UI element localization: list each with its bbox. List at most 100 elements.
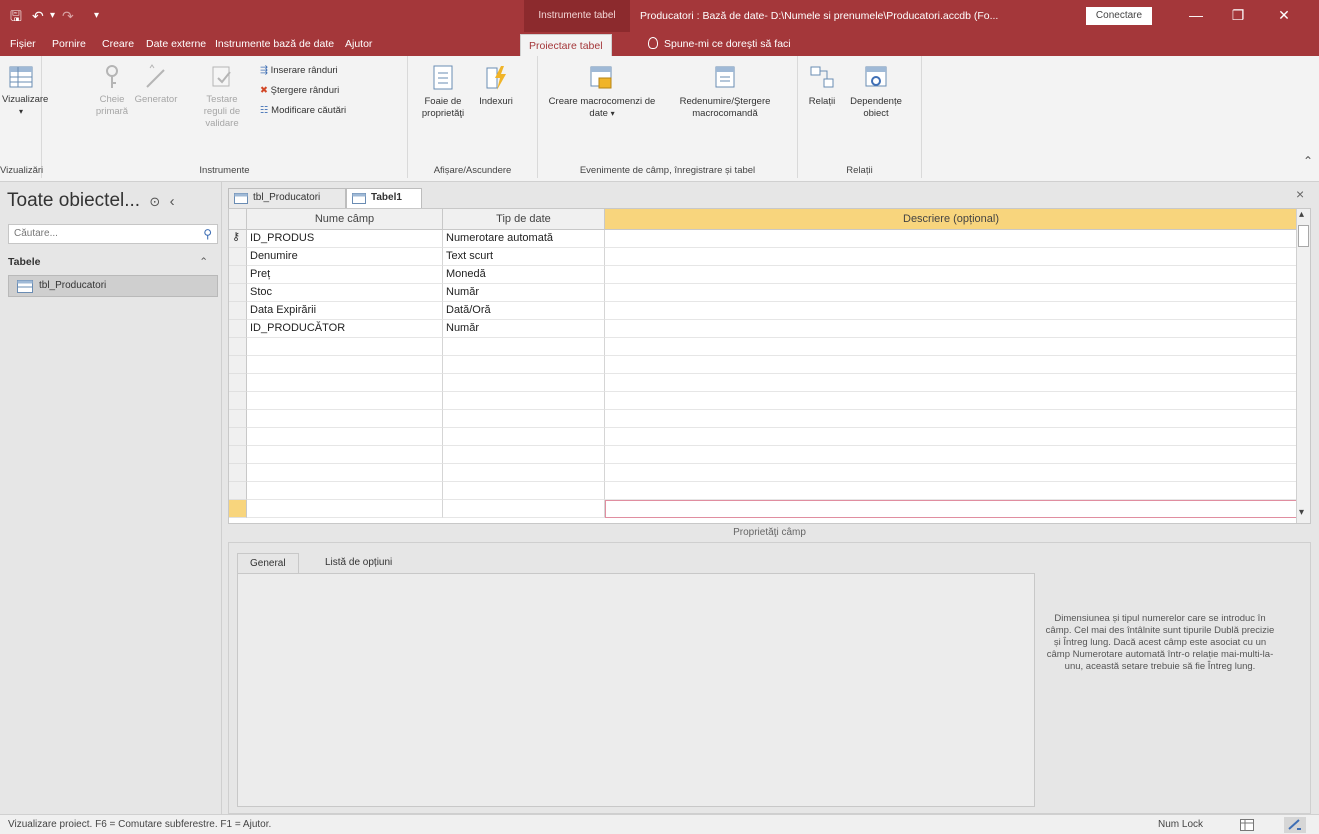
description-cell[interactable] (605, 302, 1298, 320)
table-row[interactable] (229, 356, 1310, 374)
data-type-cell[interactable] (443, 500, 605, 518)
nav-pane-title[interactable]: Toate obiectel... ⊙ ‹ (7, 190, 175, 212)
table-row[interactable] (229, 374, 1310, 392)
data-type-cell[interactable] (443, 338, 605, 356)
object-dependencies-button[interactable]: Dependențe obiect (844, 64, 908, 120)
description-cell[interactable] (605, 500, 1298, 518)
collapse-section-icon[interactable]: ⌃ (199, 256, 208, 268)
row-selector[interactable] (229, 374, 247, 392)
close-document-icon[interactable]: × (1296, 186, 1304, 202)
description-cell[interactable] (605, 464, 1298, 482)
design-view-icon[interactable] (1284, 817, 1306, 833)
property-sheet-button[interactable]: Foaie de proprietăţi (416, 64, 470, 120)
table-row[interactable]: ID_PRODUCĂTOR Număr (229, 320, 1310, 338)
table-row[interactable]: Preț Monedă (229, 266, 1310, 284)
sign-in-button[interactable]: Conectare (1086, 7, 1152, 25)
table-row[interactable] (229, 464, 1310, 482)
collapse-ribbon-icon[interactable]: ⌃ (1303, 154, 1313, 168)
data-type-cell[interactable] (443, 482, 605, 500)
description-cell[interactable] (605, 248, 1298, 266)
tab-ajutor[interactable]: Ajutor (345, 32, 372, 56)
doc-tab-tbl-producatori[interactable]: tbl_Producatori (228, 188, 346, 208)
data-type-cell[interactable] (443, 374, 605, 392)
row-selector[interactable] (229, 320, 247, 338)
scroll-up-icon[interactable]: ▴ (1299, 209, 1304, 220)
field-name-cell[interactable]: Stoc (247, 284, 443, 302)
data-type-cell[interactable]: Dată/Oră (443, 302, 605, 320)
description-cell[interactable] (605, 428, 1298, 446)
search-icon[interactable]: ⚲ (203, 227, 212, 241)
save-icon[interactable]: 🖫 (10, 7, 22, 25)
tell-me-search[interactable]: Spune-mi ce doreşti să faci (648, 32, 791, 56)
row-selector[interactable] (229, 428, 247, 446)
tab-lookup[interactable]: Listă de opțiuni (313, 553, 404, 573)
description-cell[interactable] (605, 392, 1298, 410)
indexes-button[interactable]: Indexuri (474, 64, 518, 108)
data-type-cell[interactable]: Text scurt (443, 248, 605, 266)
tab-general[interactable]: General (237, 553, 299, 573)
field-name-cell[interactable]: ID_PRODUCĂTOR (247, 320, 443, 338)
row-selector[interactable] (229, 302, 247, 320)
description-cell[interactable] (605, 482, 1298, 500)
field-name-cell[interactable] (247, 446, 443, 464)
field-name-cell[interactable] (247, 428, 443, 446)
delete-rows-button[interactable]: ✖ Ştergere rânduri (260, 84, 339, 98)
data-type-cell[interactable]: Monedă (443, 266, 605, 284)
description-cell[interactable] (605, 374, 1298, 392)
relationships-button[interactable]: Relații (804, 64, 840, 108)
data-type-cell[interactable] (443, 464, 605, 482)
table-row[interactable]: Data Expirării Dată/Oră (229, 302, 1310, 320)
row-selector[interactable] (229, 500, 247, 518)
data-type-cell[interactable] (443, 446, 605, 464)
row-selector[interactable] (229, 482, 247, 500)
undo-dropdown-icon[interactable]: ▾ (50, 7, 55, 25)
tab-pornire[interactable]: Pornire (52, 32, 86, 56)
tab-instrumente-baza-de-date[interactable]: Instrumente bază de date (215, 32, 334, 56)
table-row[interactable]: ⚷ ID_PRODUS Numerotare automată (229, 230, 1310, 248)
nav-search-input[interactable]: Căutare... ⚲ (8, 224, 218, 244)
create-data-macros-button[interactable]: Creare macrocomenzi de date ▾ (546, 64, 658, 120)
field-name-cell[interactable] (247, 482, 443, 500)
description-cell[interactable] (605, 230, 1298, 248)
nav-section-tables[interactable]: Tabele ⌃ (8, 256, 218, 272)
description-cell[interactable] (605, 338, 1298, 356)
description-cell[interactable] (605, 284, 1298, 302)
nav-options-icon[interactable]: ⊙ (149, 194, 160, 209)
data-type-cell[interactable] (443, 392, 605, 410)
data-type-cell[interactable]: Număr (443, 320, 605, 338)
field-name-cell[interactable]: Denumire (247, 248, 443, 266)
field-name-cell[interactable] (247, 464, 443, 482)
builder-button[interactable]: Generator (134, 64, 178, 106)
table-row[interactable] (229, 446, 1310, 464)
test-validation-rules-button[interactable]: Testare reguli de validare (194, 64, 250, 130)
scroll-thumb[interactable] (1298, 225, 1309, 247)
description-cell[interactable] (605, 266, 1298, 284)
field-name-cell[interactable]: Data Expirării (247, 302, 443, 320)
table-row[interactable]: Denumire Text scurt (229, 248, 1310, 266)
row-selector[interactable] (229, 248, 247, 266)
row-selector[interactable] (229, 410, 247, 428)
row-selector[interactable] (229, 266, 247, 284)
row-selector[interactable]: ⚷ (229, 230, 247, 248)
shutter-bar-close-icon[interactable]: ‹ (170, 193, 175, 210)
tab-creare[interactable]: Creare (102, 32, 134, 56)
datasheet-view-icon[interactable] (1240, 819, 1254, 831)
row-selector[interactable] (229, 356, 247, 374)
doc-tab-tabel1[interactable]: Tabel1 (346, 188, 422, 208)
table-row[interactable] (229, 500, 1310, 518)
field-name-cell[interactable] (247, 374, 443, 392)
table-row[interactable] (229, 482, 1310, 500)
rename-delete-macro-button[interactable]: Redenumire/Ştergere macrocomandă (662, 64, 788, 120)
tab-fisier[interactable]: Fișier (10, 32, 36, 56)
field-name-cell[interactable] (247, 356, 443, 374)
tab-proiectare-tabel[interactable]: Proiectare tabel (520, 34, 612, 56)
tab-date-externe[interactable]: Date externe (146, 32, 206, 56)
grid-corner[interactable] (229, 209, 247, 230)
vertical-scrollbar[interactable]: ▴ ▾ (1296, 209, 1310, 523)
description-cell[interactable] (605, 356, 1298, 374)
field-name-cell[interactable] (247, 338, 443, 356)
customize-quick-access-icon[interactable]: ▾ (94, 7, 99, 25)
description-cell[interactable] (605, 320, 1298, 338)
table-row[interactable] (229, 428, 1310, 446)
field-name-cell[interactable] (247, 500, 443, 518)
